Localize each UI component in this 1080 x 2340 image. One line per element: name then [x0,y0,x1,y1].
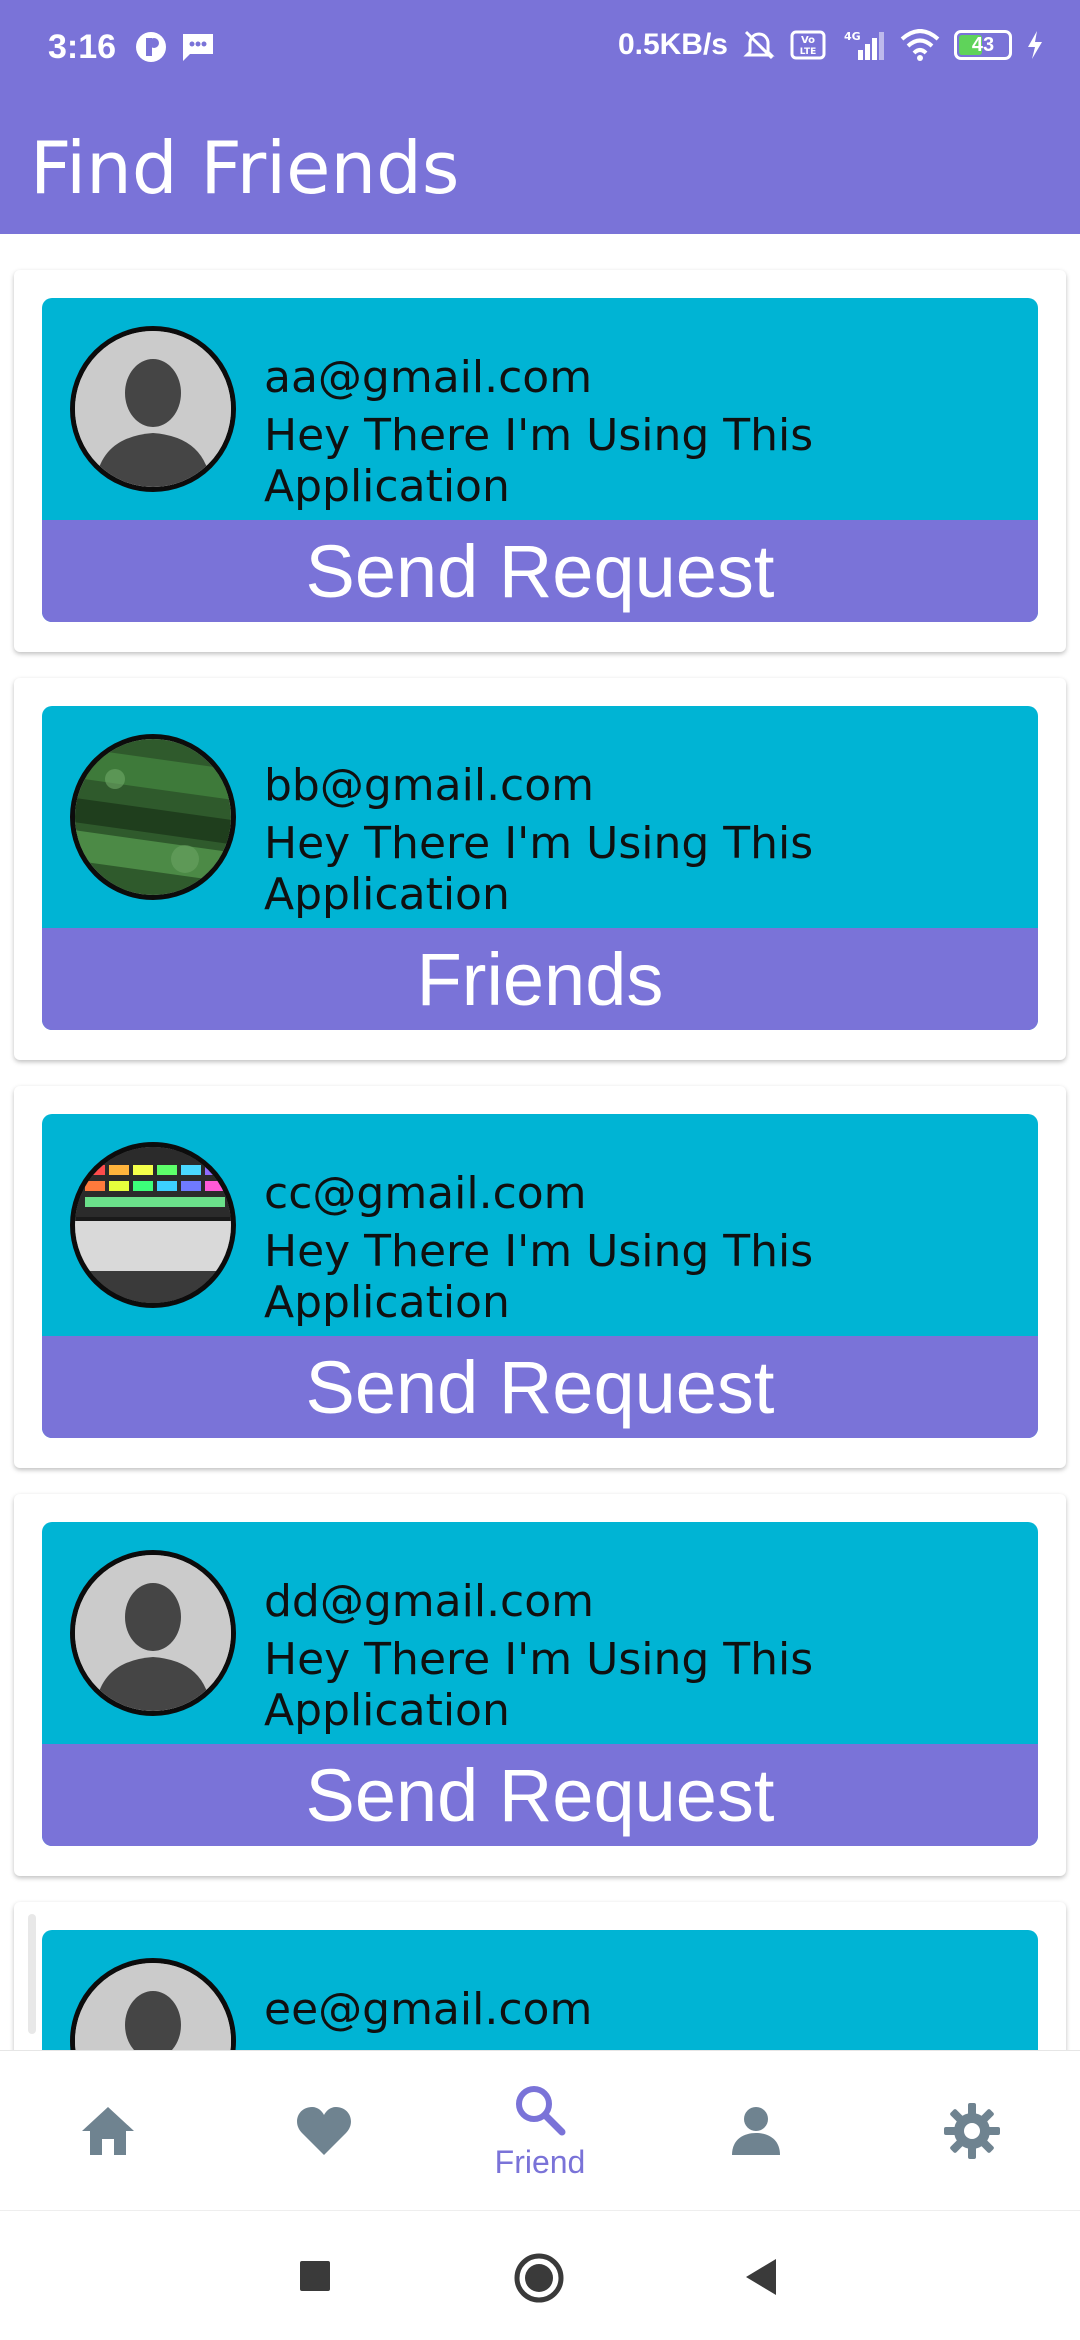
status-time: 3:16 [48,28,117,66]
message-notification-icon [183,34,213,61]
mute-icon [743,30,775,60]
gear-icon [944,2103,1000,2159]
signal-icon: 4G [844,30,884,60]
green-photo-avatar[interactable] [70,734,236,900]
app-bar: Find Friends [0,96,1080,234]
battery-icon: 43 [954,30,1012,60]
send-request-button[interactable]: Send Request [42,520,1038,622]
user-card-content: bb@gmail.com Hey There I'm Using This Ap… [42,706,1038,1030]
user-card[interactable]: cc@gmail.com Hey There I'm Using This Ap… [14,1086,1066,1468]
volte-icon: Vo LTE [790,30,826,60]
back-button[interactable] [742,2257,780,2297]
user-card[interactable]: ee@gmail.com [14,1902,1066,2050]
user-card-content: cc@gmail.com Hey There I'm Using This Ap… [42,1114,1038,1438]
search-icon [516,2085,566,2135]
user-email: aa@gmail.com [264,352,593,403]
home-icon [82,2107,134,2155]
friends-button[interactable]: Friends [42,928,1038,1030]
nav-friend-label: Friend [494,2143,586,2180]
heart-icon [297,2107,351,2155]
nav-profile[interactable] [648,2051,864,2211]
user-card-content: aa@gmail.com Hey There I'm Using This Ap… [42,298,1038,622]
status-bar: 3:16 0.5KB/s Vo LTE 4G 43 [0,0,1080,96]
nav-home[interactable] [0,2051,216,2211]
home-button[interactable] [512,2251,566,2305]
user-status: Hey There I'm Using This Application [264,410,814,512]
user-email: dd@gmail.com [264,1576,595,1627]
send-request-button[interactable]: Send Request [42,1744,1038,1846]
bottom-navigation: Friend [0,2050,1080,2210]
keyboard-photo-avatar[interactable] [70,1142,236,1308]
user-card[interactable]: aa@gmail.com Hey There I'm Using This Ap… [14,270,1066,652]
users-list[interactable]: aa@gmail.com Hey There I'm Using This Ap… [0,234,1080,2050]
charging-icon [1028,31,1042,59]
nav-settings[interactable] [864,2051,1080,2211]
user-card-content: ee@gmail.com [42,1930,1038,2050]
nav-favorites[interactable] [216,2051,432,2211]
person-icon [732,2107,780,2155]
user-email: ee@gmail.com [264,1984,593,2035]
wifi-icon [900,29,940,61]
send-request-button[interactable]: Send Request [42,1336,1038,1438]
scrollbar[interactable] [28,1914,36,2034]
network-speed: 0.5KB/s [617,28,728,61]
svg-text:LTE: LTE [800,47,817,57]
user-email: cc@gmail.com [264,1168,587,1219]
user-card-content: dd@gmail.com Hey There I'm Using This Ap… [42,1522,1038,1846]
default-avatar[interactable] [70,1550,236,1716]
app-notification-icon [136,32,166,62]
user-status: Hey There I'm Using This Application [264,818,814,920]
svg-text:Vo: Vo [801,35,815,46]
user-email: bb@gmail.com [264,760,595,811]
nav-friend[interactable]: Friend [432,2051,648,2211]
page-title: Find Friends [30,126,460,210]
system-navigation-bar [0,2210,1080,2340]
user-status: Hey There I'm Using This Application [264,1226,814,1328]
user-card[interactable]: bb@gmail.com Hey There I'm Using This Ap… [14,678,1066,1060]
user-status: Hey There I'm Using This Application [264,1634,814,1736]
default-avatar[interactable] [70,326,236,492]
default-avatar[interactable] [70,1958,236,2050]
recent-apps-button[interactable] [298,2259,332,2293]
svg-text:4G: 4G [844,30,861,43]
user-card[interactable]: dd@gmail.com Hey There I'm Using This Ap… [14,1494,1066,1876]
